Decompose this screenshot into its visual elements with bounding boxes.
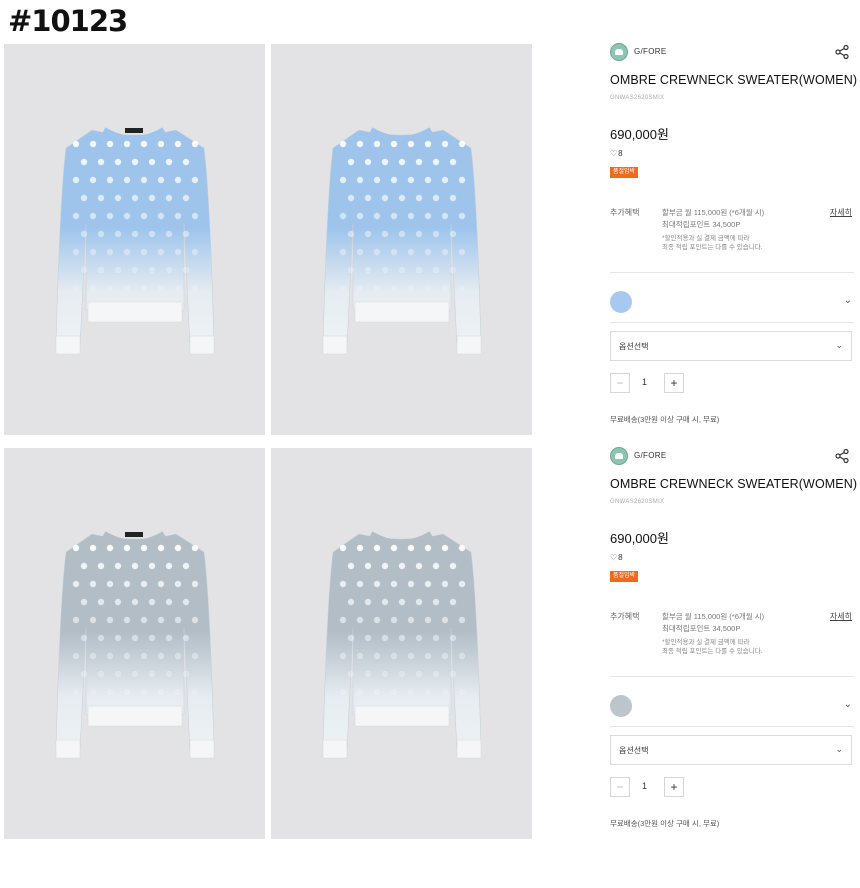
like-count: 8 bbox=[618, 553, 623, 562]
product-photo[interactable] bbox=[271, 44, 532, 435]
product-photo[interactable] bbox=[271, 448, 532, 839]
detail-link[interactable]: 자세히 bbox=[830, 207, 852, 218]
product-title: OMBRE CREWNECK SWEATER(WOMEN) bbox=[610, 73, 858, 87]
status-badge: 품절임박 bbox=[610, 167, 639, 178]
like-button[interactable]: ♡8 bbox=[610, 149, 623, 158]
option-select-label: 옵션선택 bbox=[619, 342, 649, 351]
divider bbox=[610, 322, 854, 323]
points-text: 최대적립포인트 34,500P bbox=[662, 624, 741, 633]
chevron-down-icon[interactable]: ⌄ bbox=[844, 295, 852, 306]
benefit-note-line: *할인적용과 실 결제 금액에 따라 bbox=[662, 235, 750, 242]
chevron-down-icon: ⌄ bbox=[835, 744, 843, 754]
installment-text: 할부금 월 115,000원 (*6개월 시) bbox=[662, 612, 765, 621]
shipping-info: 무료배송(3만원 이상 구매 시, 무료) bbox=[610, 819, 720, 828]
benefit-text: 할부금 월 115,000원 (*6개월 시) 최대적립포인트 34,500P bbox=[662, 611, 812, 635]
product-info-panel: G/FORE OMBRE CREWNECK SWEATER(WOMEN) GNW… bbox=[608, 447, 858, 847]
sweater-image bbox=[55, 127, 215, 355]
benefit-note: *할인적용과 실 결제 금액에 따라 최종 적립 포인트는 다를 수 있습니다. bbox=[662, 638, 802, 656]
increase-button[interactable]: + bbox=[664, 777, 684, 797]
benefit-text: 할부금 월 115,000원 (*6개월 시) 최대적립포인트 34,500P bbox=[662, 207, 812, 231]
status-badge: 품절임박 bbox=[610, 571, 639, 582]
sweater-image bbox=[322, 531, 482, 759]
detail-link[interactable]: 자세히 bbox=[830, 611, 852, 622]
product-price: 690,000원 bbox=[610, 127, 669, 142]
benefit-note-line: 최종 적립 포인트는 다를 수 있습니다. bbox=[662, 648, 763, 655]
brand-row: G/FORE bbox=[610, 447, 854, 467]
chevron-down-icon[interactable]: ⌄ bbox=[844, 699, 852, 710]
heart-icon: ♡ bbox=[610, 149, 618, 158]
brand-logo[interactable] bbox=[610, 447, 628, 465]
benefit-note: *할인적용과 실 결제 금액에 따라 최종 적립 포인트는 다를 수 있습니다. bbox=[662, 234, 802, 252]
benefit-note-line: *할인적용과 실 결제 금액에 따라 bbox=[662, 639, 750, 646]
option-select-label: 옵션선택 bbox=[619, 746, 649, 755]
quantity-stepper: − 1 + bbox=[610, 777, 690, 797]
quantity-stepper: − 1 + bbox=[610, 373, 690, 393]
points-text: 최대적립포인트 34,500P bbox=[662, 220, 741, 229]
product-info-panel: G/FORE OMBRE CREWNECK SWEATER(WOMEN) GNW… bbox=[608, 43, 858, 443]
quantity-value: 1 bbox=[642, 781, 648, 791]
like-count: 8 bbox=[618, 149, 623, 158]
code-label: #10123 bbox=[8, 4, 128, 38]
quantity-value: 1 bbox=[642, 377, 648, 387]
divider bbox=[610, 272, 854, 273]
divider bbox=[610, 726, 854, 727]
color-swatch[interactable] bbox=[610, 291, 632, 313]
product-title: OMBRE CREWNECK SWEATER(WOMEN) bbox=[610, 477, 858, 491]
brand-name[interactable]: G/FORE bbox=[634, 47, 666, 56]
sweater-image bbox=[55, 531, 215, 759]
color-swatch[interactable] bbox=[610, 695, 632, 717]
benefit-note-line: 최종 적립 포인트는 다를 수 있습니다. bbox=[662, 244, 763, 251]
product-sku: GNWAS2620SMIX bbox=[610, 95, 665, 101]
benefit-label: 추가혜택 bbox=[610, 612, 640, 621]
decrease-button[interactable]: − bbox=[610, 373, 630, 393]
option-select[interactable]: 옵션선택 ⌄ bbox=[610, 331, 852, 361]
sweater-image bbox=[322, 127, 482, 355]
brand-logo[interactable] bbox=[610, 43, 628, 61]
share-icon[interactable] bbox=[834, 448, 850, 464]
product-photo[interactable] bbox=[4, 44, 265, 435]
brand-name[interactable]: G/FORE bbox=[634, 451, 666, 460]
share-icon[interactable] bbox=[834, 44, 850, 60]
divider bbox=[610, 676, 854, 677]
brand-row: G/FORE bbox=[610, 43, 854, 63]
product-sku: GNWAS2620SMIX bbox=[610, 499, 665, 505]
increase-button[interactable]: + bbox=[664, 373, 684, 393]
option-select[interactable]: 옵션선택 ⌄ bbox=[610, 735, 852, 765]
product-price: 690,000원 bbox=[610, 531, 669, 546]
benefit-label: 추가혜택 bbox=[610, 208, 640, 217]
shipping-info: 무료배송(3만원 이상 구매 시, 무료) bbox=[610, 415, 720, 424]
installment-text: 할부금 월 115,000원 (*6개월 시) bbox=[662, 208, 765, 217]
decrease-button[interactable]: − bbox=[610, 777, 630, 797]
heart-icon: ♡ bbox=[610, 553, 618, 562]
like-button[interactable]: ♡8 bbox=[610, 553, 623, 562]
product-photo[interactable] bbox=[4, 448, 265, 839]
chevron-down-icon: ⌄ bbox=[835, 340, 843, 350]
